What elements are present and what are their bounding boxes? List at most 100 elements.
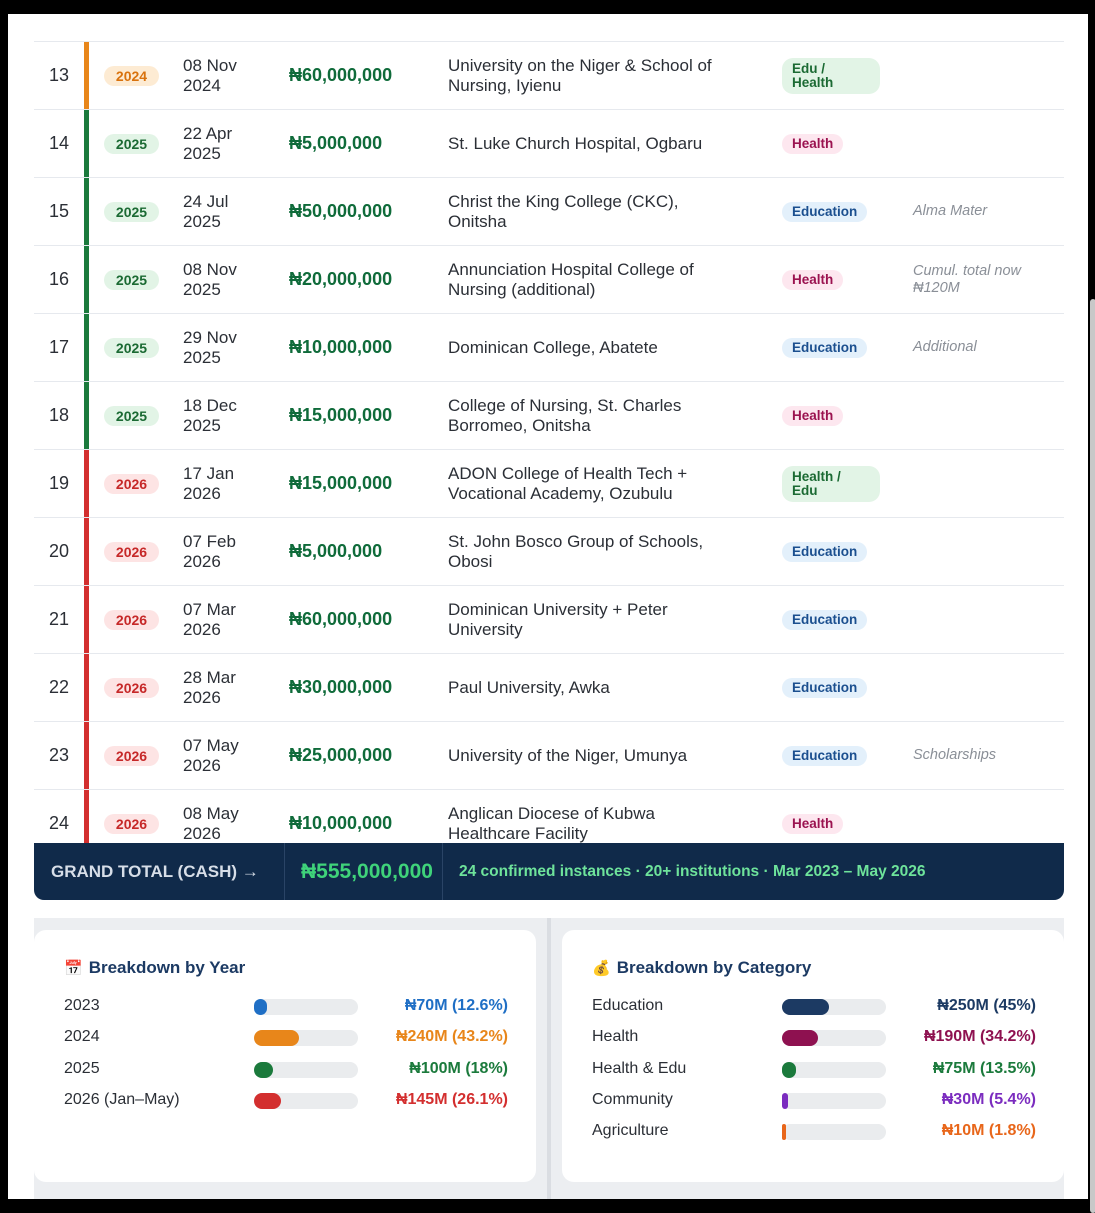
category-badge: Education [782, 678, 868, 698]
year-breakdown-value: ₦240M (43.2%) [395, 1028, 508, 1046]
institution-cell: Dominican University + Peter University [448, 586, 782, 654]
table-row: 14 2025 22 Apr 2025 ₦5,000,000 St. Luke Churc… [34, 110, 1064, 178]
date-cell: 07 Feb 2026 [183, 518, 289, 586]
category-breakdown-row: Community ₦30M (5.4%) [592, 1090, 1036, 1110]
category-breakdown-value: ₦250M (45%) [937, 997, 1036, 1014]
date-year: 2026 [183, 551, 221, 571]
row-number: 19 [49, 473, 70, 493]
breakdown-by-category-panel: 💰 Breakdown by Category Education ₦250M (4… [562, 930, 1064, 1182]
date-cell: 17 Jan 2026 [183, 450, 289, 518]
progress-track [254, 1061, 358, 1078]
progress-fill [782, 1124, 786, 1141]
category-cell: Health [782, 246, 913, 314]
scrollbar[interactable] [1090, 299, 1095, 1213]
table-row: 21 2026 07 Mar 2026 ₦60,000,000 Dominican Uni… [34, 586, 1064, 654]
category-badge: Health [782, 270, 844, 290]
category-breakdown-value: ₦30M (5.4%) [941, 1090, 1036, 1108]
institution-line-1: University of the Niger, Umunya [448, 745, 688, 765]
year-breakdown-value: ₦70M (12.6%) [404, 997, 508, 1014]
date-cell: 24 Jul 2025 [183, 178, 289, 246]
date-year: 2025 [183, 279, 221, 299]
note-line-1: Scholarships [913, 747, 997, 763]
date-day-month: 22 Apr [183, 123, 233, 143]
date-day-month: 08 May [183, 803, 239, 823]
date-day-month: 17 Jan [183, 463, 235, 483]
date-year: 2026 [183, 483, 221, 503]
institution-cell: College of Nursing, St. Charles Borromeo,… [448, 382, 782, 450]
note-cell [913, 654, 1064, 722]
category-breakdown-value: ₦10M (1.8%) [941, 1122, 1036, 1140]
year-badge: 2025 [104, 337, 159, 358]
calendar-icon: 📅 [64, 960, 83, 977]
date-year: 2025 [183, 347, 221, 367]
date-day-month: 29 Nov [183, 327, 237, 347]
category-line-1: Education [792, 680, 858, 695]
row-number: 20 [49, 541, 70, 561]
year-cell: 2026 [90, 518, 183, 586]
progress-track [782, 1092, 886, 1109]
note-line-1: Cumul. total now [913, 262, 1021, 279]
row-number: 17 [49, 337, 70, 357]
breakdown-by-year-title-text: Breakdown by Year [88, 958, 246, 977]
institution-cell: University on the Niger & School of Nursi… [448, 42, 782, 110]
progress-fill [782, 1092, 788, 1109]
date-day-month: 08 Nov [183, 55, 237, 75]
category-badge: Health [782, 134, 844, 154]
category-line-1: Edu / [792, 60, 825, 76]
institution-cell: Christ the King College (CKC), Onitsha [448, 178, 782, 246]
category-cell: Education [782, 586, 913, 654]
amount-cell: ₦60,000,000 [289, 65, 393, 85]
institution-line-1: Anglican Diocese of Kubwa [448, 803, 655, 823]
institution-line-1: ADON College of Health Tech + [448, 463, 688, 483]
category-badge: Health [782, 406, 844, 426]
year-cell: 2025 [90, 110, 183, 178]
category-line-1: Health [792, 816, 834, 831]
date-day-month: 07 May [183, 735, 239, 755]
progress-fill [254, 999, 268, 1015]
category-badge: Education [782, 338, 868, 358]
grand-total-summary: 24 confirmed instances · 20+ institution… [459, 862, 926, 880]
category-line-1: Education [792, 544, 858, 559]
date-day-month: 28 Mar [183, 667, 236, 687]
grand-total-bar: GRAND TOTAL (CASH) → ₦555,000,000 24 con… [34, 843, 1064, 900]
year-badge: 2026 [104, 609, 159, 630]
category-badge: Education [782, 542, 868, 562]
page: 13 2024 08 Nov 2024 ₦60,000,000 University on… [8, 14, 1095, 1213]
progress-track [782, 1061, 886, 1078]
institution-line-2: University [448, 619, 523, 639]
category-breakdown-row: Agriculture ₦10M (1.8%) [592, 1121, 1036, 1141]
institution-line-2: Nursing, Iyienu [448, 75, 562, 95]
date-cell: 08 Nov 2025 [183, 246, 289, 314]
category-line-1: Health [792, 272, 834, 287]
grand-total-value: ₦555,000,000 [284, 843, 443, 900]
date-cell: 18 Dec 2025 [183, 382, 289, 450]
date-day-month: 18 Dec [183, 395, 237, 415]
category-badge: Education [782, 746, 868, 766]
year-breakdown-label: 2024 [64, 1028, 100, 1046]
institution-line-2: Healthcare Facility [448, 823, 588, 843]
note-cell [913, 518, 1064, 586]
category-line-1: Health / [792, 468, 841, 484]
amount-cell: ₦10,000,000 [289, 337, 393, 357]
row-number: 14 [49, 133, 70, 153]
institution-line-2: Obosi [448, 551, 493, 571]
amount-cell: ₦15,000,000 [289, 405, 393, 425]
category-cell: Education [782, 722, 913, 790]
category-line-1: Health [792, 136, 834, 151]
amount-cell: ₦25,000,000 [289, 745, 393, 765]
institution-line-2: Nursing (additional) [448, 279, 596, 299]
category-line-2: Health [792, 74, 834, 90]
year-badge: 2026 [104, 677, 159, 698]
institution-cell: Dominican College, Abatete [448, 314, 782, 382]
category-cell: Health [782, 382, 913, 450]
note-cell [913, 42, 1064, 110]
note-line-1: Alma Mater [913, 203, 988, 219]
amount-cell: ₦5,000,000 [289, 541, 383, 561]
year-cell: 2025 [90, 246, 183, 314]
date-cell: 07 May 2026 [183, 722, 289, 790]
institution-line-2: Borromeo, Onitsha [448, 415, 591, 435]
institution-line-1: University on the Niger & School of [448, 55, 712, 75]
year-cell: 2026 [90, 450, 183, 518]
date-cell: 22 Apr 2025 [183, 110, 289, 178]
category-cell: Health [782, 110, 913, 178]
